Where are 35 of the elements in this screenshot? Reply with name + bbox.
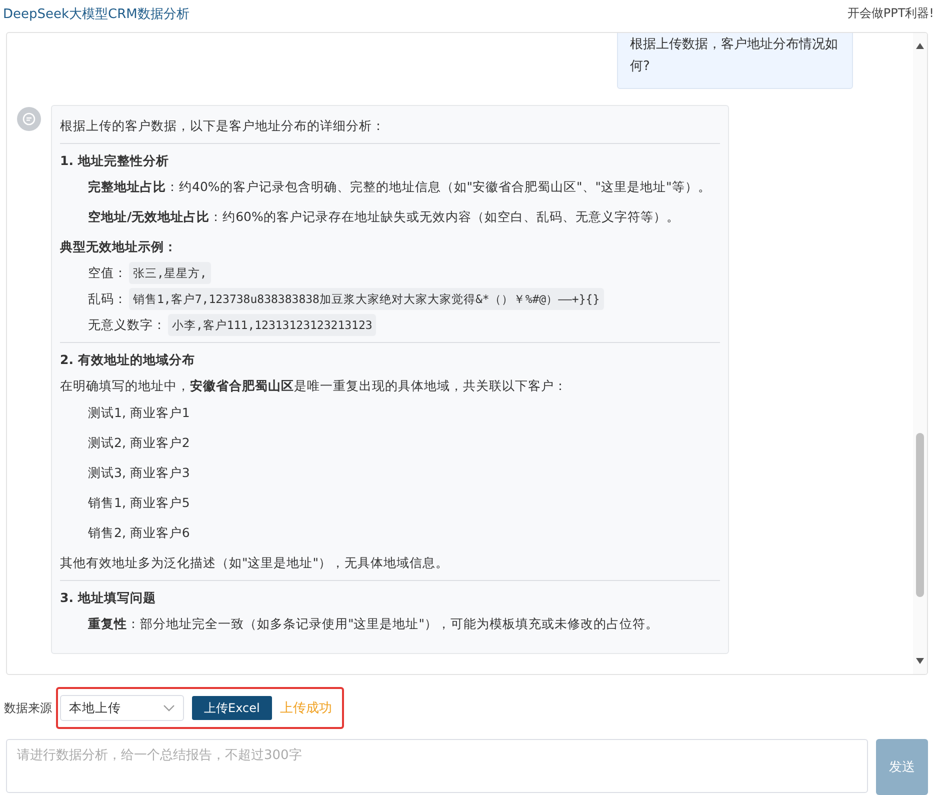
section-heading: 1. 地址完整性分析	[60, 152, 170, 170]
example-label: 乱码：	[88, 290, 127, 308]
customer-item: 测试2, 商业客户2	[88, 434, 191, 452]
message-paragraph: 在明确填写的地址中，安徽省合肥蜀山区是唯一重复出现的具体地域，共关联以下客户：	[60, 376, 568, 395]
app-title: DeepSeek大模型CRM数据分析	[3, 6, 190, 23]
example-label: 无意义数字：	[88, 316, 166, 334]
chat-bubble-icon	[17, 106, 41, 131]
scroll-down-icon[interactable]	[915, 656, 925, 666]
customer-item: 测试3, 商业客户3	[88, 464, 191, 482]
scrollbar-thumb[interactable]	[916, 432, 924, 597]
chevron-down-icon	[163, 704, 175, 712]
message-paragraph: 根据上传的客户数据，以下是客户地址分布的详细分析：	[60, 116, 386, 135]
example-code: 张三,星星方,	[129, 262, 211, 284]
customer-item: 测试1, 商业客户1	[88, 404, 191, 422]
analysis-item: 空地址/无效地址占比：约60%的客户记录存在地址缺失或无效内容（如空白、乱码、无意义字符等）。	[88, 208, 680, 226]
example-code: 小李,客户111,12313123123213123	[168, 314, 376, 336]
scroll-up-icon[interactable]	[915, 40, 925, 51]
example-label: 空值：	[88, 264, 127, 282]
source-label: 数据来源	[4, 700, 52, 716]
customer-item: 销售1, 商业客户5	[88, 494, 191, 512]
source-select[interactable]: 本地上传	[60, 695, 184, 721]
analysis-item: 重复性：部分地址完全一致（如多条记录使用"这里是地址"），可能为模板填充或未修改的占位符。	[88, 614, 660, 633]
upload-status: 上传成功	[280, 700, 332, 717]
section-heading: 2. 有效地址的地域分布	[60, 350, 196, 369]
customer-item: 销售2, 商业客户6	[88, 524, 191, 542]
section-heading: 3. 地址填写问题	[60, 588, 157, 607]
slogan: 开会做PPT利器!	[847, 5, 934, 22]
message-paragraph: 其他有效地址多为泛化描述（如"这里是地址"），无具体地域信息。	[60, 554, 450, 572]
upload-button[interactable]: 上传Excel	[192, 696, 272, 720]
user-message: 根据上传数据，客户地址分布情况如何?	[617, 32, 853, 89]
question-input[interactable]: 请进行数据分析，给一个总结报告，不超过300字	[6, 739, 868, 793]
example-code: 销售1,客户7,123738u838383838加豆浆大家绝对大家大家觉得&*（）￥%#@）——+}{}	[129, 288, 604, 310]
scrollbar[interactable]	[913, 32, 927, 674]
section-heading: 典型无效地址示例：	[60, 238, 178, 256]
analysis-item: 完整地址占比：约40%的客户记录包含明确、完整的地址信息（如"安徽省合肥蜀山区"、"这里是地址"等）。	[88, 178, 712, 196]
